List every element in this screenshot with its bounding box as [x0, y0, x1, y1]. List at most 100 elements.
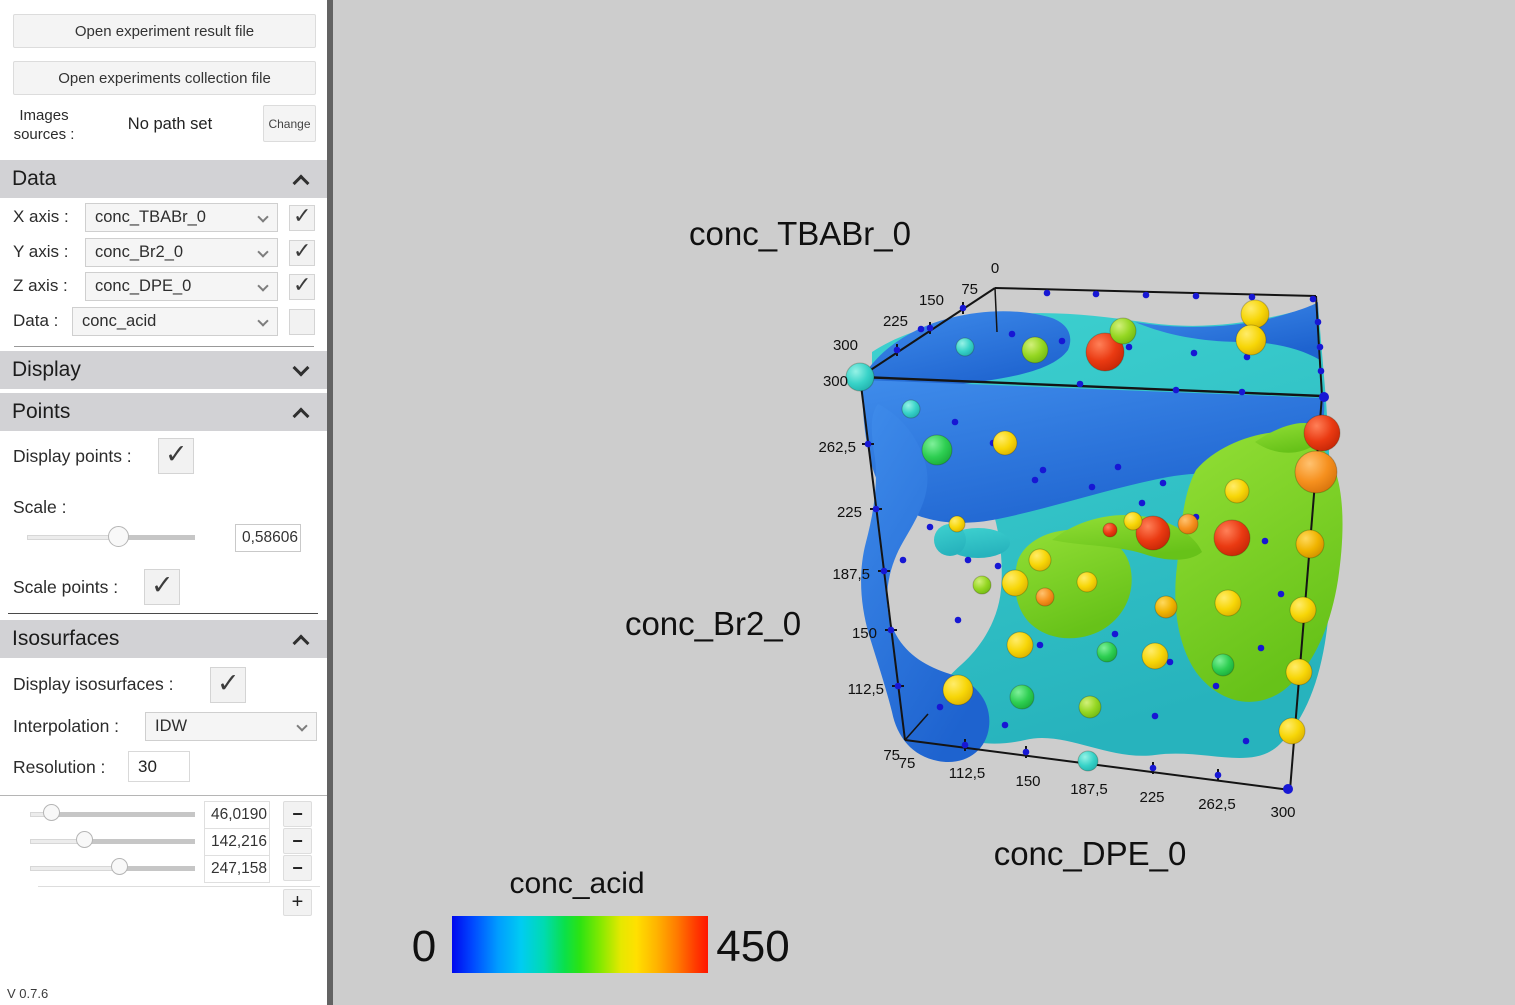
isosurface-level-slider-1[interactable]: [30, 803, 195, 825]
data-point-sphere[interactable]: [1212, 654, 1234, 676]
data-point-sphere[interactable]: [1124, 512, 1142, 530]
y-axis-title: conc_Br2_0: [625, 605, 801, 642]
data-point-sphere[interactable]: [1214, 520, 1250, 556]
section-header-display[interactable]: Display: [0, 351, 327, 389]
data-point-sphere[interactable]: [1103, 523, 1117, 537]
display-isosurfaces-checkbox[interactable]: ✓: [210, 667, 246, 703]
small-data-dot: [1093, 291, 1100, 298]
small-data-dot: [1032, 477, 1039, 484]
data-point-sphere[interactable]: [1236, 325, 1266, 355]
isosurface-level-slider-3[interactable]: [30, 857, 195, 879]
small-data-dot: [965, 557, 972, 564]
data-point-sphere[interactable]: [1155, 596, 1177, 618]
sidebar-divider[interactable]: [327, 0, 333, 1005]
data-point-sphere[interactable]: [993, 431, 1017, 455]
z-axis-select[interactable]: conc_DPE_0: [85, 272, 278, 301]
point-scale-slider-handle[interactable]: [108, 526, 129, 547]
data-point-sphere[interactable]: [1078, 751, 1098, 771]
data-point-sphere[interactable]: [1241, 300, 1269, 328]
change-path-button[interactable]: Change: [263, 105, 316, 142]
point-scale-slider[interactable]: [27, 526, 195, 548]
scale-points-label: Scale points :: [13, 577, 118, 598]
section-header-isosurfaces[interactable]: Isosurfaces: [0, 620, 327, 658]
y-axis-checkbox[interactable]: ✓: [289, 240, 315, 266]
add-isosurface-button[interactable]: +: [283, 889, 312, 916]
data-point-sphere[interactable]: [1290, 597, 1316, 623]
data-point-sphere[interactable]: [1029, 549, 1051, 571]
isosurface-level-value-2[interactable]: 142,216: [204, 828, 270, 856]
isosurface-level-slider-2[interactable]: [30, 830, 195, 852]
data-point-sphere[interactable]: [943, 675, 973, 705]
data-field-select[interactable]: conc_acid: [72, 307, 278, 336]
small-data-dot: [1023, 749, 1030, 756]
y-tick-label: 112,5: [848, 681, 884, 698]
z-tick-label: 300: [1270, 804, 1295, 821]
data-point-sphere[interactable]: [949, 516, 965, 532]
small-data-dot: [1239, 389, 1246, 396]
colorbar-max-label: 450: [716, 922, 789, 971]
data-point-sphere[interactable]: [1225, 479, 1249, 503]
data-point-sphere[interactable]: [1007, 632, 1033, 658]
z-tick-label: 262,5: [1198, 796, 1236, 813]
data-point-sphere[interactable]: [1110, 318, 1136, 344]
display-points-checkbox[interactable]: ✓: [158, 438, 194, 474]
x-axis-select[interactable]: conc_TBABr_0: [85, 203, 278, 232]
isosurface-level-slider-handle[interactable]: [43, 804, 60, 821]
data-point-sphere[interactable]: [1279, 718, 1305, 744]
data-point-sphere[interactable]: [1097, 642, 1117, 662]
x-tick-label: 75: [961, 281, 978, 298]
slider-track-filled: [119, 535, 195, 540]
data-point-sphere[interactable]: [973, 576, 991, 594]
separator: [8, 613, 318, 614]
x-axis-value: conc_TBABr_0: [95, 208, 206, 227]
z-tick-label: 112,5: [949, 765, 985, 782]
open-collection-file-button[interactable]: Open experiments collection file: [13, 61, 316, 95]
data-field-checkbox[interactable]: [289, 309, 315, 335]
small-data-dot: [1258, 645, 1265, 652]
isosurface-level-slider-handle[interactable]: [76, 831, 93, 848]
section-header-points[interactable]: Points: [0, 393, 327, 431]
data-point-sphere[interactable]: [1304, 415, 1340, 451]
open-result-file-button[interactable]: Open experiment result file: [13, 14, 316, 48]
point-scale-value[interactable]: 0,58606: [235, 524, 301, 552]
x-axis-checkbox[interactable]: ✓: [289, 205, 315, 231]
slider-track-filled: [120, 866, 195, 871]
remove-isosurface-button[interactable]: −: [283, 828, 312, 854]
chevron-up-icon: [293, 635, 310, 652]
data-point-sphere[interactable]: [1002, 570, 1028, 596]
data-point-sphere[interactable]: [1295, 451, 1337, 493]
data-point-sphere[interactable]: [1010, 685, 1034, 709]
interpolation-select[interactable]: IDW: [145, 712, 317, 741]
small-data-dot: [1059, 338, 1066, 345]
small-data-dot: [1262, 538, 1269, 545]
data-point-sphere[interactable]: [1077, 572, 1097, 592]
resolution-input[interactable]: [128, 751, 190, 782]
y-axis-select[interactable]: conc_Br2_0: [85, 238, 278, 267]
remove-isosurface-button[interactable]: −: [283, 855, 312, 881]
scale-points-checkbox[interactable]: ✓: [144, 569, 180, 605]
data-point-sphere[interactable]: [1079, 696, 1101, 718]
chevron-down-icon: [296, 720, 307, 731]
data-point-sphere[interactable]: [1036, 588, 1054, 606]
data-point-sphere[interactable]: [1178, 514, 1198, 534]
data-point-sphere[interactable]: [846, 363, 874, 391]
images-sources-path: No path set: [100, 115, 240, 134]
isosurface-level-value-1[interactable]: 46,0190: [204, 801, 270, 829]
z-axis-checkbox[interactable]: ✓: [289, 274, 315, 300]
slider-track-filled: [52, 812, 195, 817]
data-point-sphere[interactable]: [1286, 659, 1312, 685]
data-point-sphere[interactable]: [1142, 643, 1168, 669]
section-header-data[interactable]: Data: [0, 160, 327, 198]
z-axis-value: conc_DPE_0: [95, 277, 191, 296]
data-point-sphere[interactable]: [922, 435, 952, 465]
data-point-sphere[interactable]: [1296, 530, 1324, 558]
data-point-sphere[interactable]: [902, 400, 920, 418]
data-point-sphere[interactable]: [1215, 590, 1241, 616]
isosurface-level-value-3[interactable]: 247,158: [204, 855, 270, 883]
data-point-sphere[interactable]: [956, 338, 974, 356]
isosurface-level-slider-handle[interactable]: [111, 858, 128, 875]
remove-isosurface-button[interactable]: −: [283, 801, 312, 827]
small-data-dot: [1002, 722, 1009, 729]
data-point-sphere[interactable]: [1022, 337, 1048, 363]
colorbar-min-label: 0: [412, 922, 436, 971]
